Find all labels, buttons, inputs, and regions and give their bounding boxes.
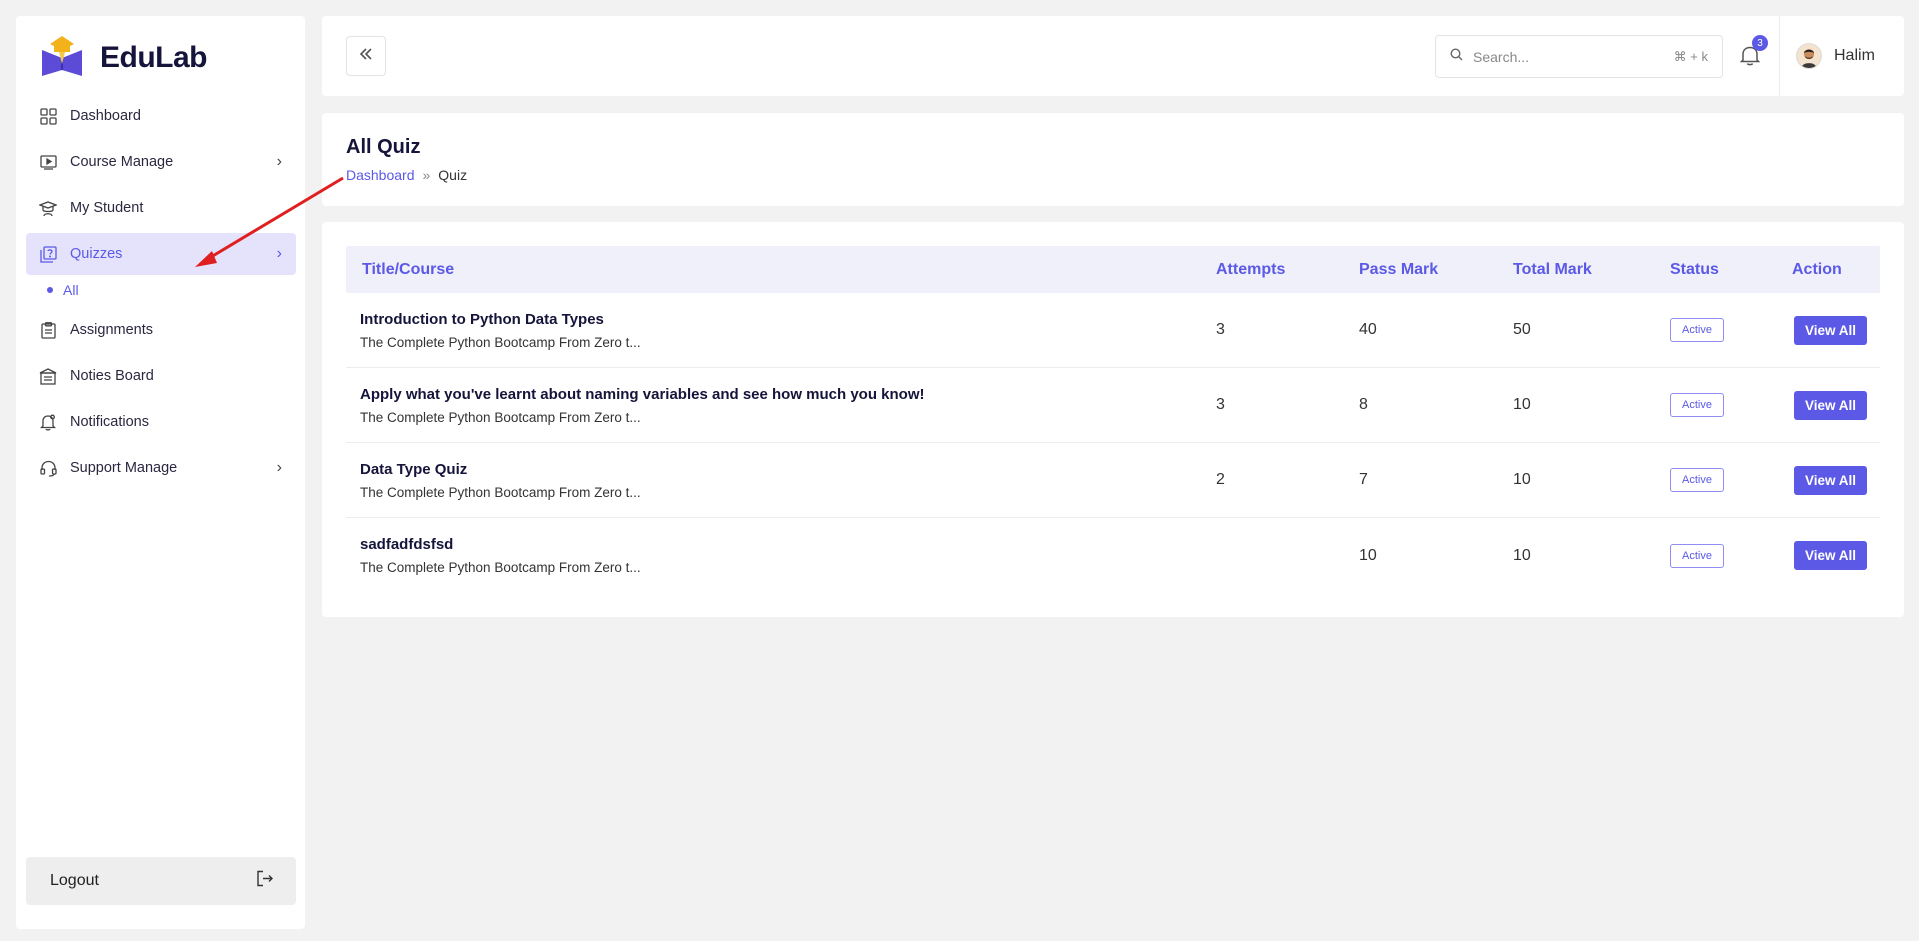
status-badge: Active <box>1670 468 1724 492</box>
chevron-right-icon: › <box>276 153 282 170</box>
sidebar-item-course-manage[interactable]: Course Manage › <box>26 141 296 183</box>
sidebar-item-notifications[interactable]: Notifications <box>26 401 296 443</box>
sidebar-item-assignments[interactable]: Assignments <box>26 309 296 351</box>
double-chevron-left-icon <box>358 47 374 66</box>
topbar: ⌘ + k 3 Halim <box>322 16 1904 96</box>
brand-name: EduLab <box>100 40 208 74</box>
table-row: sadfadfdsfsd The Complete Python Bootcam… <box>346 518 1880 593</box>
breadcrumb-current: Quiz <box>438 167 468 183</box>
search-input[interactable] <box>1473 48 1674 65</box>
notification-count-badge: 3 <box>1752 35 1768 51</box>
video-icon <box>39 153 57 171</box>
sidebar-subitem-label: All <box>63 282 79 298</box>
quiz-course: The Complete Python Bootcamp From Zero t… <box>360 560 641 575</box>
user-name: Halim <box>1834 47 1875 64</box>
column-header-total-mark: Total Mark <box>1513 260 1592 278</box>
quiz-table-card: Title/Course Attempts Pass Mark Total Ma… <box>322 222 1904 617</box>
search-box: ⌘ + k <box>1435 35 1723 78</box>
brand[interactable]: EduLab <box>38 32 208 83</box>
grid-icon <box>39 107 57 125</box>
view-all-button[interactable]: View All <box>1794 541 1868 570</box>
sidebar-item-noties-board[interactable]: Noties Board <box>26 355 296 397</box>
sidebar-item-label: Quizzes <box>70 246 123 262</box>
sidebar: EduLab Dashboard Course Manage › My Stud… <box>16 16 305 929</box>
sidebar-item-support-manage[interactable]: Support Manage › <box>26 447 296 489</box>
page-title: All Quiz <box>346 136 421 158</box>
board-icon <box>39 367 57 385</box>
quiz-attempts: 2 <box>1216 471 1225 488</box>
view-all-button[interactable]: View All <box>1794 315 1868 345</box>
status-badge: Active <box>1670 543 1724 568</box>
quiz-pass-mark: 7 <box>1359 471 1368 488</box>
table-row: Apply what you've learnt about naming va… <box>346 368 1880 443</box>
quiz-total-mark: 10 <box>1513 396 1531 413</box>
quiz-pass-mark: 8 <box>1359 396 1368 413</box>
headset-icon <box>39 459 57 477</box>
quiz-title: Apply what you've learnt about naming va… <box>360 385 925 403</box>
breadcrumb: Dashboard » Quiz <box>346 167 467 183</box>
quiz-total-mark: 10 <box>1513 471 1531 488</box>
table-header: Title/Course Attempts Pass Mark Total Ma… <box>346 246 1880 293</box>
bell-icon <box>39 413 57 431</box>
quiz-pass-mark: 10 <box>1359 546 1377 564</box>
sidebar-item-my-student[interactable]: My Student <box>26 187 296 229</box>
collapse-sidebar-button[interactable] <box>346 36 386 76</box>
status-badge: Active <box>1670 318 1724 342</box>
sidebar-item-quizzes[interactable]: Quizzes › <box>26 233 296 275</box>
quiz-title: Data Type Quiz <box>360 460 468 478</box>
quiz-title: sadfadfdsfsd <box>360 536 454 553</box>
sidebar-item-dashboard[interactable]: Dashboard <box>26 95 296 137</box>
bell-icon <box>1738 46 1762 71</box>
chevron-right-icon: › <box>276 245 282 262</box>
column-header-action: Action <box>1792 260 1842 278</box>
sidebar-item-label: Course Manage <box>70 154 174 170</box>
quiz-course: The Complete Python Bootcamp From Zero t… <box>360 409 641 425</box>
column-header-title: Title/Course <box>362 260 455 278</box>
clipboard-icon <box>39 321 57 339</box>
status-badge: Active <box>1670 393 1724 417</box>
sidebar-item-label: My Student <box>70 200 144 216</box>
quiz-icon <box>39 245 57 263</box>
quiz-pass-mark: 40 <box>1359 321 1377 338</box>
sidebar-nav: Dashboard Course Manage › My Student Qui… <box>26 95 296 493</box>
graduate-icon <box>39 199 57 217</box>
logout-icon <box>256 870 274 892</box>
search-icon <box>1450 47 1463 66</box>
user-menu[interactable]: Halim <box>1796 43 1875 69</box>
quiz-table: Title/Course Attempts Pass Mark Total Ma… <box>346 246 1880 593</box>
quiz-attempts: 3 <box>1216 396 1225 413</box>
quiz-total-mark: 10 <box>1513 546 1531 564</box>
quiz-total-mark: 50 <box>1513 321 1531 338</box>
search-shortcut: ⌘ + k <box>1673 48 1708 64</box>
sidebar-item-label: Noties Board <box>70 368 154 384</box>
breadcrumb-separator: » <box>422 167 431 183</box>
breadcrumb-dashboard-link[interactable]: Dashboard <box>346 167 415 183</box>
quiz-attempts: 3 <box>1216 321 1225 338</box>
sidebar-item-label: Assignments <box>70 322 154 338</box>
logo-icon <box>38 32 86 83</box>
sidebar-subitem-all[interactable]: All <box>26 275 296 305</box>
page-header: All Quiz Dashboard » Quiz <box>322 113 1904 206</box>
column-header-attempts: Attempts <box>1216 260 1286 278</box>
sidebar-item-label: Support Manage <box>70 460 178 476</box>
table-row: Introduction to Python Data Types The Co… <box>346 293 1880 368</box>
logout-label: Logout <box>50 872 99 889</box>
view-all-button[interactable]: View All <box>1794 390 1868 420</box>
bullet-icon <box>47 287 53 293</box>
logout-button[interactable]: Logout <box>26 857 296 905</box>
quiz-course: The Complete Python Bootcamp From Zero t… <box>360 484 641 500</box>
avatar <box>1796 43 1822 69</box>
topbar-divider <box>1779 16 1780 96</box>
view-all-button[interactable]: View All <box>1794 465 1868 495</box>
notification-bell-button[interactable]: 3 <box>1738 35 1768 71</box>
quiz-course: The Complete Python Bootcamp From Zero t… <box>360 334 641 350</box>
chevron-right-icon: › <box>276 459 282 476</box>
quiz-title: Introduction to Python Data Types <box>360 310 604 328</box>
table-row: Data Type Quiz The Complete Python Bootc… <box>346 443 1880 518</box>
column-header-status: Status <box>1670 260 1719 278</box>
sidebar-item-label: Dashboard <box>70 108 141 124</box>
sidebar-item-label: Notifications <box>70 414 149 430</box>
column-header-pass-mark: Pass Mark <box>1359 260 1439 278</box>
